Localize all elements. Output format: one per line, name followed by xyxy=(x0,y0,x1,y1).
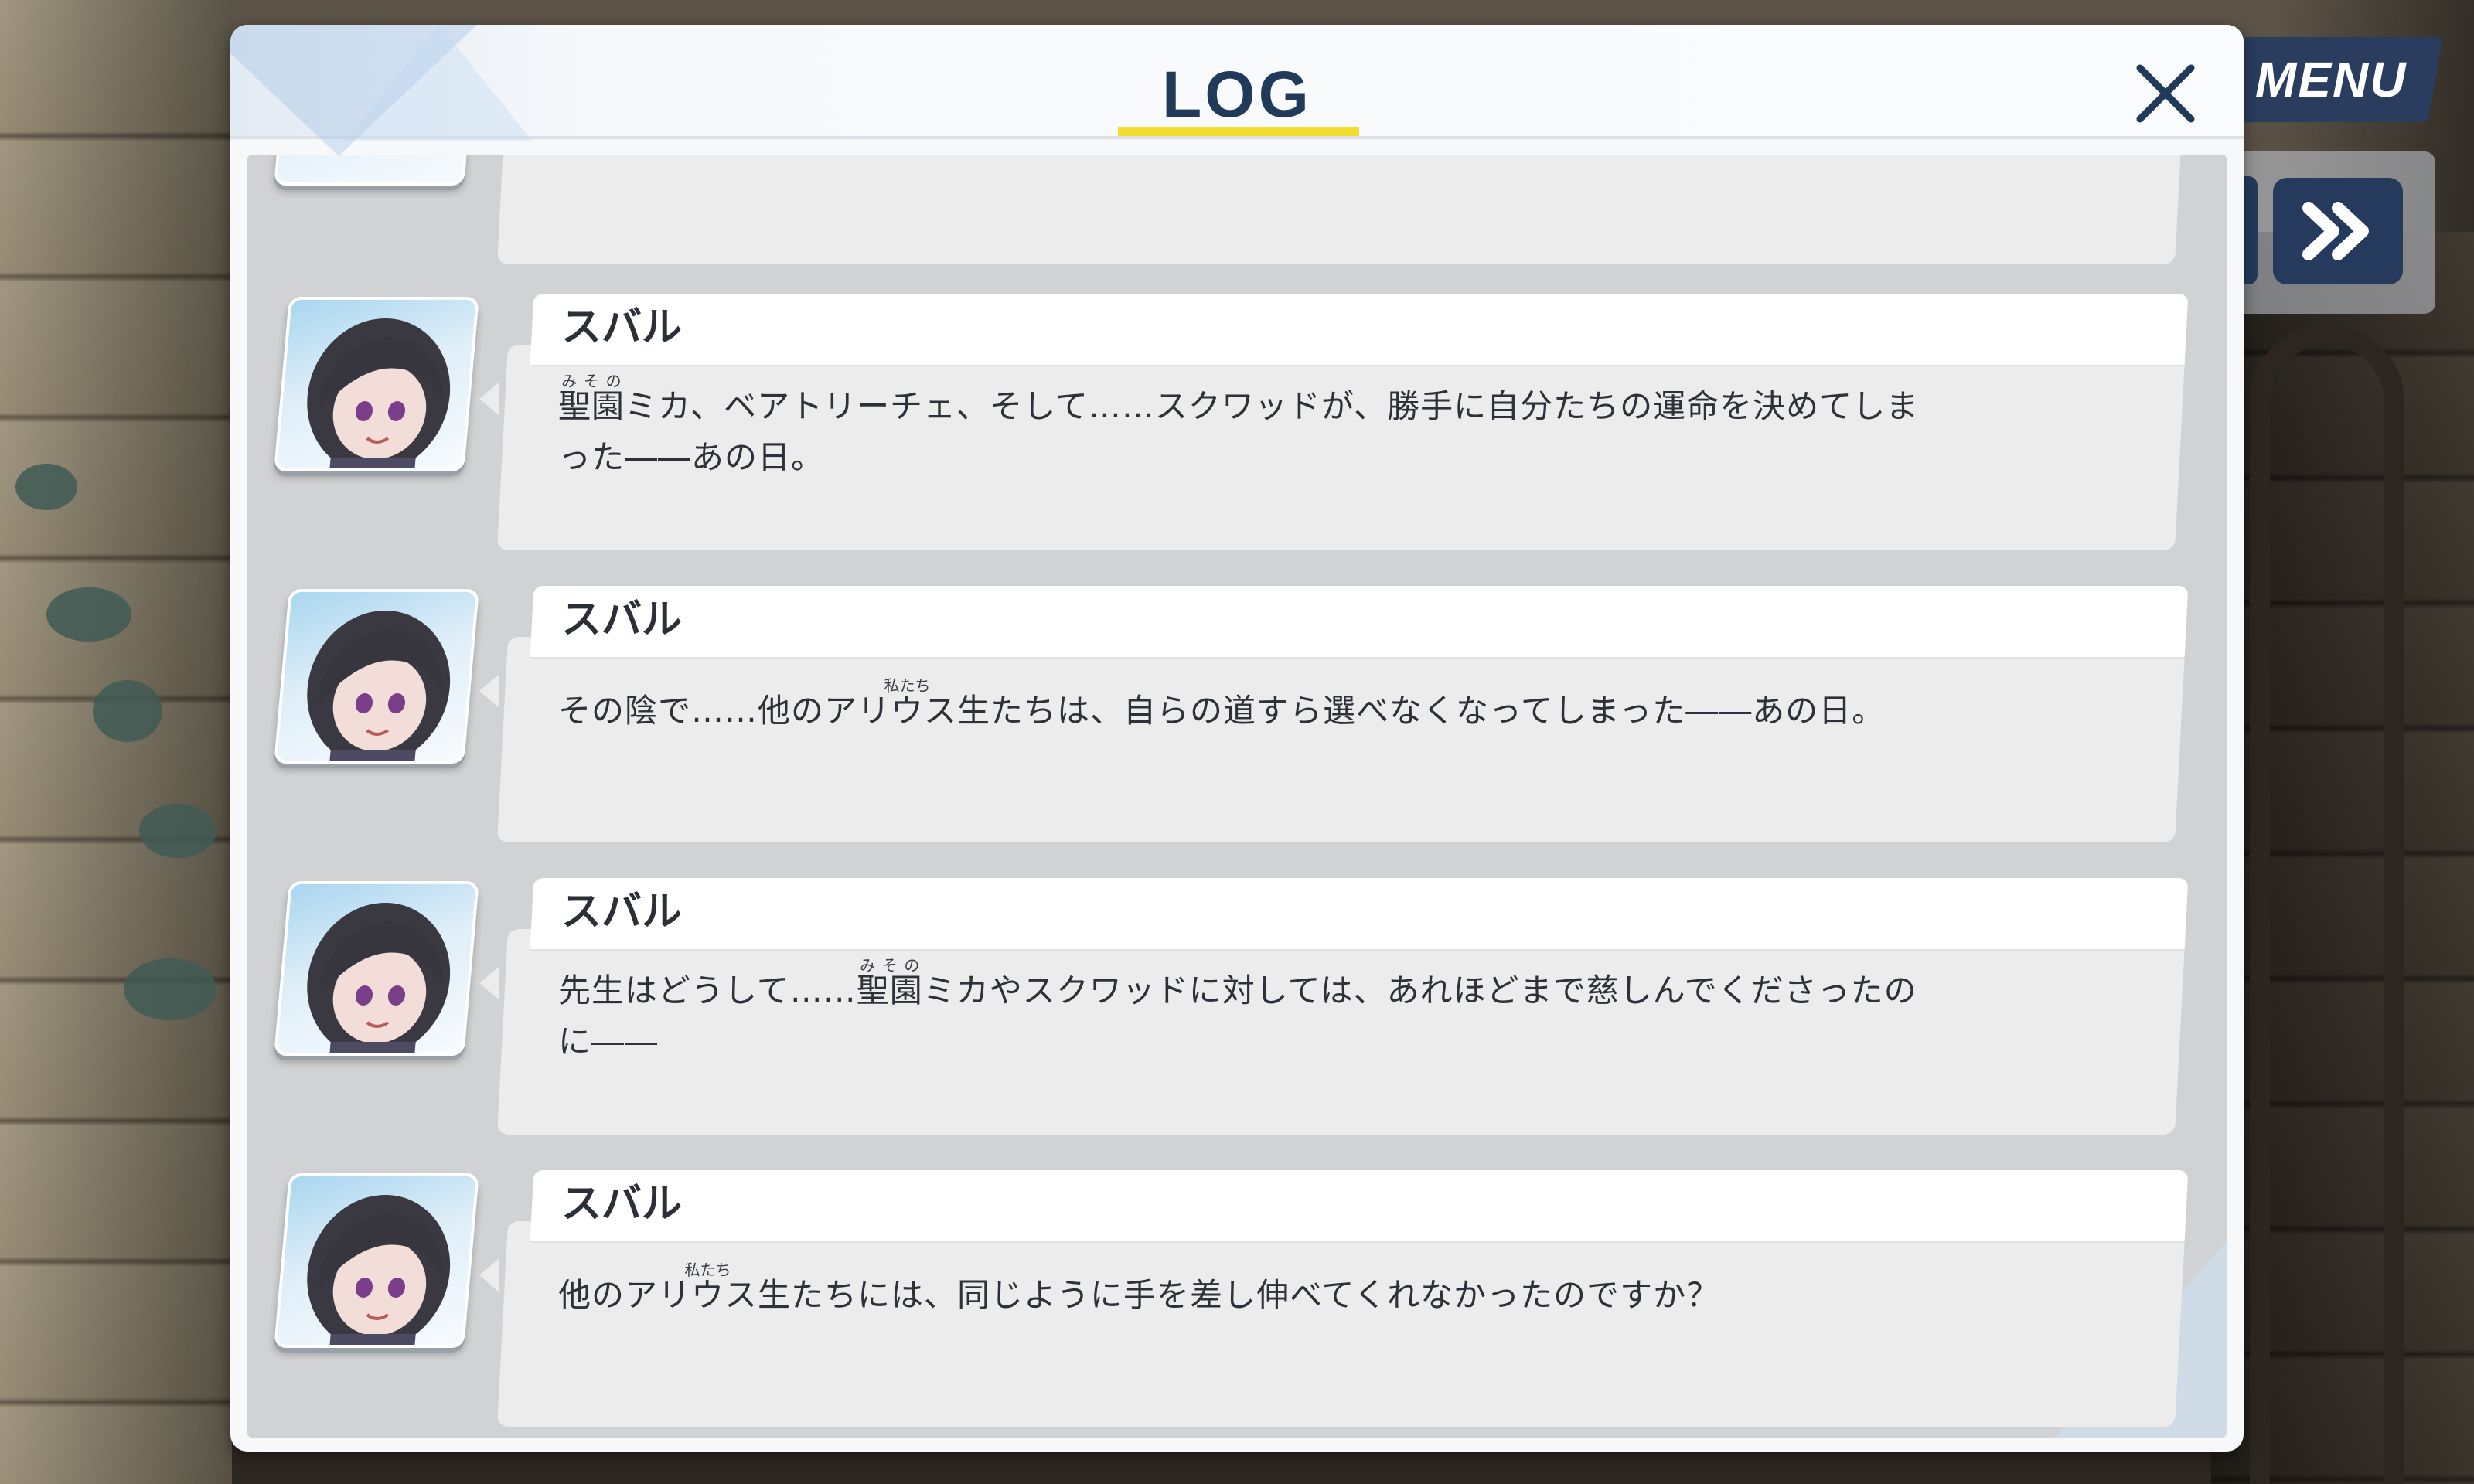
speaker-name: スバル xyxy=(561,889,683,935)
message-text: 他のアリウ私たちス生たちには、同じように手を差し伸べてくれなかったのですか？ xyxy=(558,1261,1720,1314)
menu-button[interactable]: MENU xyxy=(2219,37,2443,122)
stone-pillar-left xyxy=(0,0,232,1484)
message-text: その陰で……他のアリウ私たちス生たちは、自らの道すら選べなくなってしまった――あ… xyxy=(558,676,1886,730)
bubble-tail xyxy=(479,674,499,708)
speaker-name-box xyxy=(530,878,2189,949)
bubble-tail xyxy=(479,966,499,1000)
character-portrait xyxy=(274,881,479,1056)
ivy-leaf xyxy=(93,680,162,742)
log-entry: スバル 先生はどうして……聖園みそのミカやスクワッドに対しては、あれほどまで慈し… xyxy=(247,870,2227,1164)
character-portrait xyxy=(274,1173,479,1348)
message-box xyxy=(497,637,2186,842)
log-entry: スバル 他のアリウ私たちス生たちには、同じように手を差し伸べてくれなかったのです… xyxy=(247,1162,2227,1438)
speaker-name-box xyxy=(530,294,2189,365)
character-portrait xyxy=(274,155,479,186)
speaker-name-box xyxy=(530,586,2189,657)
title-underline xyxy=(1118,127,1359,136)
close-x-icon xyxy=(2136,64,2195,123)
character-portrait xyxy=(274,589,479,764)
log-dialog: LOG スバル 聖園みそのミカ、ベアトリーチェ、そして……スクワッドが、勝手に自… xyxy=(230,25,2244,1452)
message-box xyxy=(497,1221,2186,1427)
ivy-leaf xyxy=(124,958,216,1020)
speaker-name: スバル xyxy=(561,1181,683,1227)
speaker-name: スバル xyxy=(561,597,683,643)
gothic-arch xyxy=(2250,325,2404,1484)
double-chevron-right-icon xyxy=(2302,202,2369,260)
log-entry: スバル その陰で……他のアリウ私たちス生たちは、自らの道すら選べなくなってしまっ… xyxy=(247,578,2227,872)
message-text: 先生はどうして……聖園みそのミカやスクワッドに対しては、あれほどまで慈しんでくだ… xyxy=(558,956,1917,1060)
character-portrait xyxy=(274,297,479,471)
ivy-leaf xyxy=(46,587,131,642)
message-text: 聖園みそのミカ、ベアトリーチェ、そして……スクワッドが、勝手に自分たちの運命を決… xyxy=(558,372,1920,476)
log-entry-partial xyxy=(247,155,2227,294)
bubble-tail xyxy=(479,1258,499,1292)
close-button[interactable] xyxy=(2123,51,2208,136)
menu-button-label: MENU xyxy=(2254,52,2408,107)
log-title: LOG xyxy=(1162,58,1312,131)
log-header: LOG xyxy=(230,25,2244,156)
skip-button[interactable] xyxy=(2273,178,2403,284)
log-entry: スバル 聖園みそのミカ、ベアトリーチェ、そして……スクワッドが、勝手に自分たちの… xyxy=(247,286,2227,580)
speaker-name-box xyxy=(530,1170,2189,1241)
speaker-name: スバル xyxy=(561,305,683,351)
ivy-leaf xyxy=(15,464,77,510)
message-box xyxy=(497,155,2186,264)
log-entry-list[interactable]: スバル 聖園みそのミカ、ベアトリーチェ、そして……スクワッドが、勝手に自分たちの… xyxy=(247,155,2227,1438)
bubble-tail xyxy=(479,382,499,416)
ivy-leaf xyxy=(139,804,216,858)
